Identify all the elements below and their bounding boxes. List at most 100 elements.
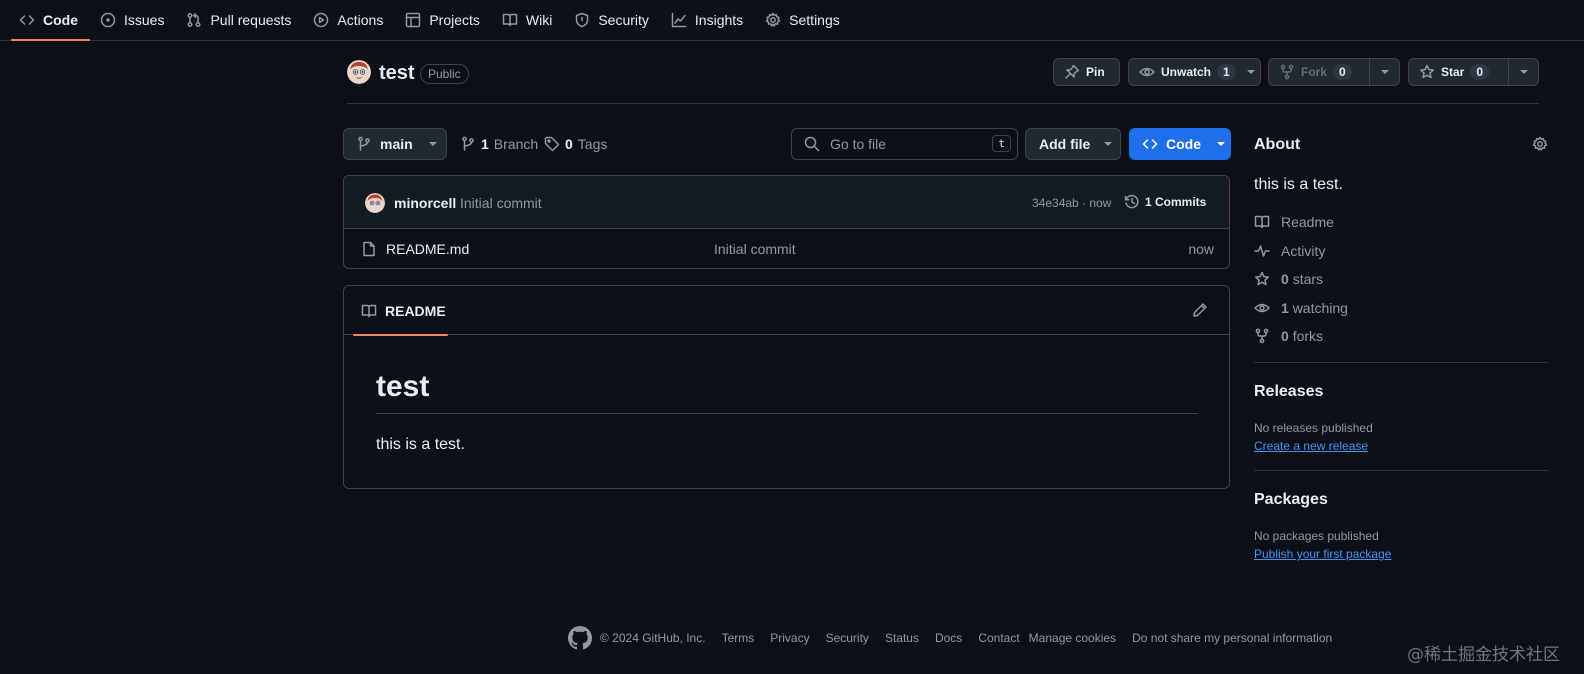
tab-label: Issues [124, 12, 165, 28]
tab-security[interactable]: Security [566, 0, 661, 40]
readme-link[interactable]: Readme [1254, 214, 1334, 230]
graph-icon [671, 12, 687, 28]
shield-icon [574, 12, 590, 28]
tag-count: 0 [565, 136, 573, 152]
code-icon [1142, 136, 1158, 152]
tag-icon [544, 136, 560, 152]
pin-icon [1064, 64, 1080, 80]
tab-wiki[interactable]: Wiki [494, 0, 564, 40]
tab-projects[interactable]: Projects [397, 0, 492, 40]
footer-link-docs[interactable]: Docs [935, 631, 962, 645]
publish-package-link[interactable]: Publish your first package [1254, 547, 1391, 561]
fork-counter: 0 [1333, 64, 1352, 80]
commit-author[interactable]: minorcell [394, 195, 456, 211]
tab-code[interactable]: Code [11, 0, 90, 41]
search-icon [804, 136, 820, 152]
book-icon [361, 303, 377, 319]
watermark: @稀土掘金技术社区 [1407, 645, 1560, 665]
gear-icon[interactable] [1532, 136, 1548, 152]
pin-button[interactable]: Pin [1053, 58, 1120, 86]
tab-label: Actions [337, 12, 384, 28]
watching-link[interactable]: 1 watching [1254, 300, 1348, 316]
repo-name[interactable]: test [379, 62, 415, 85]
branch-icon [460, 136, 476, 152]
about-description: this is a test. [1254, 176, 1343, 193]
add-file-button[interactable]: Add file [1025, 128, 1121, 160]
star-icon [1419, 64, 1435, 80]
footer-link-manage-cookies[interactable]: Manage cookies [1029, 631, 1116, 645]
tab-insights[interactable]: Insights [663, 0, 755, 40]
fork-dropdown[interactable] [1369, 59, 1399, 85]
tab-label: Code [43, 12, 78, 28]
repo-header: test Public Pin Unwatch 1 Fork 0 Star 0 [347, 58, 1539, 104]
activity-link[interactable]: Activity [1254, 243, 1325, 259]
avatar[interactable] [347, 60, 371, 84]
latest-commit: minorcell Initial commit 34e34ab · now 1… [344, 176, 1229, 229]
footer-link-status[interactable]: Status [885, 631, 919, 645]
footer-link-privacy[interactable]: Privacy [770, 631, 809, 645]
footer-link-contact[interactable]: Contact [978, 631, 1019, 645]
chevron-down-icon [1380, 70, 1389, 74]
file-commit-message[interactable]: Initial commit [714, 241, 796, 257]
fork-label: Fork [1301, 65, 1328, 79]
commits-link[interactable]: 1 Commits [1124, 194, 1206, 210]
readme-tab-label: README [385, 302, 446, 319]
tags-link[interactable]: 0 Tags [544, 136, 607, 152]
code-icon [19, 12, 35, 28]
star-button[interactable]: Star 0 [1408, 58, 1539, 86]
unwatch-button[interactable]: Unwatch 1 [1128, 58, 1261, 86]
avatar[interactable] [365, 193, 385, 213]
commit-message[interactable]: Initial commit [460, 195, 542, 211]
watch-counter: 1 [1217, 64, 1236, 80]
fork-icon [1254, 328, 1270, 344]
branch-count: 1 [481, 136, 489, 152]
tab-settings[interactable]: Settings [757, 0, 852, 40]
pulse-icon [1254, 243, 1270, 259]
fork-icon [1279, 64, 1295, 80]
readme-header: README [344, 286, 1229, 336]
tag-label: Tags [577, 136, 608, 152]
tab-readme[interactable]: README [353, 286, 448, 336]
star-dropdown[interactable] [1508, 59, 1538, 85]
forks-count: 0 [1281, 328, 1289, 344]
watch-dropdown[interactable] [1242, 59, 1260, 85]
branches-link[interactable]: 1 Branch [460, 136, 538, 152]
forks-link[interactable]: 0 forks [1254, 328, 1323, 344]
code-button[interactable]: Code [1129, 128, 1231, 160]
github-logo-icon[interactable] [568, 626, 592, 650]
footer-link-terms[interactable]: Terms [722, 631, 755, 645]
branch-selector[interactable]: main [343, 128, 447, 160]
table-row[interactable]: README.md Initial commit now [344, 229, 1229, 268]
file-icon [361, 241, 377, 257]
go-to-file-input[interactable]: Go to file t [791, 128, 1018, 160]
tab-label: Settings [789, 12, 840, 28]
footer-link-do-not-share[interactable]: Do not share my personal information [1132, 631, 1332, 645]
tab-issues[interactable]: Issues [92, 0, 176, 40]
history-icon [1124, 194, 1140, 210]
pin-label: Pin [1086, 65, 1105, 79]
tab-label: Pull requests [210, 12, 292, 28]
watching-count: 1 [1281, 300, 1289, 316]
commit-sha[interactable]: 34e34ab · now [1032, 196, 1111, 210]
tab-pull-requests[interactable]: Pull requests [178, 0, 303, 40]
tab-label: Projects [429, 12, 480, 28]
chevron-down-icon [1104, 142, 1113, 146]
branch-name: main [380, 136, 413, 152]
readme-link-label: Readme [1281, 214, 1334, 230]
activity-label: Activity [1281, 243, 1326, 259]
tab-label: Wiki [525, 12, 553, 28]
issue-icon [100, 12, 116, 28]
releases-title[interactable]: Releases [1254, 383, 1323, 401]
fork-button[interactable]: Fork 0 [1268, 58, 1400, 86]
visibility-badge: Public [420, 64, 469, 84]
watching-label: watching [1292, 300, 1348, 316]
tab-actions[interactable]: Actions [305, 0, 395, 40]
pull-request-icon [186, 12, 202, 28]
create-release-link[interactable]: Create a new release [1254, 439, 1368, 453]
file-name[interactable]: README.md [386, 241, 469, 257]
stars-link[interactable]: 0 stars [1254, 271, 1323, 287]
packages-title[interactable]: Packages [1254, 491, 1328, 509]
pencil-icon[interactable] [1192, 302, 1208, 318]
table-icon [405, 12, 421, 28]
footer-link-security[interactable]: Security [826, 631, 869, 645]
